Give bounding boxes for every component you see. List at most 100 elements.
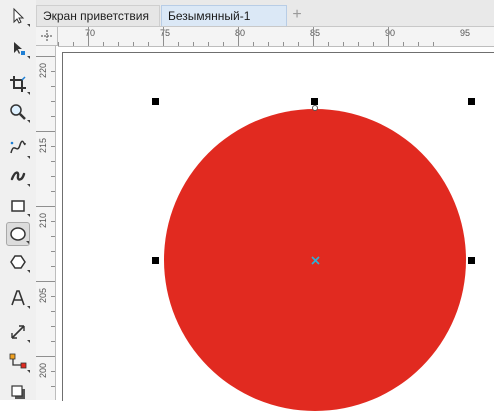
ruler-tick: [36, 206, 55, 207]
selection-handle-top-center[interactable]: [311, 98, 318, 105]
add-tab-button[interactable]: +: [289, 5, 305, 26]
ruler-tick: [208, 42, 209, 46]
ruler-label: 215: [38, 137, 48, 153]
ruler-tick: [133, 42, 134, 46]
rectangle-icon: [11, 200, 25, 212]
ruler-tick: [148, 42, 149, 46]
polygon-tool-button[interactable]: [6, 250, 30, 274]
ruler-label: 90: [385, 28, 396, 38]
ruler-tick: [58, 42, 59, 46]
vertical-ruler[interactable]: 220 215 210 205 200: [36, 46, 56, 400]
ruler-tick: [373, 42, 374, 46]
ruler-tick: [268, 42, 269, 46]
ruler-tick: [51, 161, 55, 162]
ruler-tick: [118, 42, 119, 46]
ruler-tick: [103, 42, 104, 46]
ruler-tick: [388, 27, 389, 46]
ruler-tick: [51, 326, 55, 327]
ruler-tick: [51, 86, 55, 87]
ruler-tick: [418, 42, 419, 46]
ruler-label: 85: [310, 28, 321, 38]
ruler-tick: [403, 42, 404, 46]
ruler-label: 75: [160, 28, 171, 38]
ruler-origin-corner[interactable]: [36, 27, 58, 46]
crop-tool-button[interactable]: [6, 72, 30, 96]
freehand-tool-button[interactable]: [6, 136, 30, 160]
ruler-tick: [51, 311, 55, 312]
ruler-tick: [51, 236, 55, 237]
ruler-tick: [51, 266, 55, 267]
shape-node-icon: [14, 42, 25, 55]
ruler-tick: [36, 356, 55, 357]
ruler-label: 95: [460, 28, 471, 38]
ruler-label: 205: [38, 287, 48, 303]
freehand-curve-icon: [10, 140, 26, 154]
polygon-icon: [10, 255, 26, 269]
ruler-tick: [36, 131, 55, 132]
connector-icon: [9, 353, 27, 369]
ruler-label: 220: [38, 62, 48, 78]
ruler-tick: [88, 27, 89, 46]
ruler-tick: [51, 101, 55, 102]
ruler-tick: [238, 27, 239, 46]
selection-handle-top-right[interactable]: [468, 98, 475, 105]
ruler-tick: [178, 42, 179, 46]
ruler-tick: [433, 42, 434, 46]
selection-handle-top-left[interactable]: [152, 98, 159, 105]
ruler-tick: [283, 42, 284, 46]
dimension-line-icon: [11, 325, 25, 339]
artistic-media-icon: [10, 171, 26, 181]
text-a-icon: [11, 290, 25, 306]
ruler-tick: [343, 42, 344, 46]
zoom-magnifier-icon: [10, 104, 26, 120]
ruler-label: 70: [85, 28, 96, 38]
ruler-tick: [51, 71, 55, 72]
horizontal-ruler[interactable]: 70 75 80 85 90 95: [58, 27, 494, 47]
selection-handle-middle-right[interactable]: [468, 257, 475, 264]
text-tool-button[interactable]: [6, 286, 30, 310]
ruler-tick: [193, 42, 194, 46]
ruler-tick: [51, 386, 55, 387]
ruler-tick: [298, 42, 299, 46]
ruler-tick: [223, 42, 224, 46]
center-x-icon[interactable]: [310, 255, 321, 266]
pointer-arrow-icon: [13, 7, 25, 24]
ruler-tick: [253, 42, 254, 46]
connector-tool-button[interactable]: [6, 350, 30, 374]
shape-tool-button[interactable]: [6, 36, 30, 60]
drop-shadow-tool-button[interactable]: [6, 380, 30, 404]
ellipse-icon: [10, 227, 26, 241]
ruler-tick: [358, 42, 359, 46]
ellipse-node[interactable]: [312, 105, 318, 111]
ruler-tick: [73, 42, 74, 46]
artistic-media-tool-button[interactable]: [6, 164, 30, 188]
drop-shadow-icon: [11, 385, 25, 399]
ruler-tick: [51, 296, 55, 297]
rectangle-tool-button[interactable]: [6, 194, 30, 218]
ruler-tick: [36, 281, 55, 282]
toolbox: [0, 0, 37, 400]
ruler-tick: [328, 42, 329, 46]
ruler-label: 200: [38, 362, 48, 378]
selection-handle-middle-left[interactable]: [152, 257, 159, 264]
ruler-label: 80: [235, 28, 246, 38]
zoom-tool-button[interactable]: [6, 100, 30, 124]
tab-welcome-screen[interactable]: Экран приветствия: [36, 5, 160, 26]
ruler-tick: [36, 56, 55, 57]
ruler-tick: [313, 27, 314, 46]
ruler-tick: [51, 371, 55, 372]
parallel-dimension-tool-button[interactable]: [6, 320, 30, 344]
ruler-tick: [51, 191, 55, 192]
tab-untitled-document[interactable]: Безымянный-1: [161, 5, 287, 26]
ruler-tick: [51, 176, 55, 177]
ellipse-tool-button[interactable]: [6, 222, 30, 246]
ruler-tick: [51, 116, 55, 117]
ruler-tick: [163, 27, 164, 46]
ruler-label: 210: [38, 212, 48, 228]
ruler-tick: [51, 221, 55, 222]
document-tab-bar: Экран приветствия Безымянный-1 +: [36, 0, 494, 27]
ruler-tick: [51, 146, 55, 147]
ruler-tick: [51, 341, 55, 342]
pick-tool-button[interactable]: [6, 4, 30, 28]
ruler-tick: [51, 251, 55, 252]
